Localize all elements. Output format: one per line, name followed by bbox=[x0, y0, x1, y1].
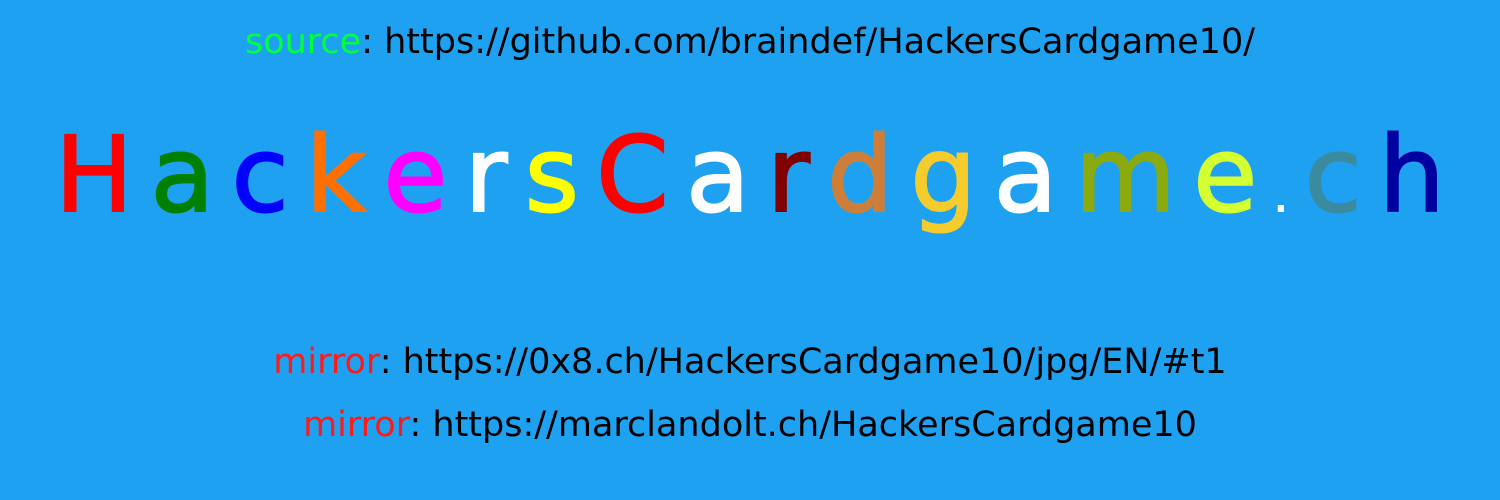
title-letter: k bbox=[305, 113, 367, 237]
title-letter: c bbox=[1303, 113, 1362, 237]
mirror-label: mirror bbox=[273, 342, 380, 382]
separator: : bbox=[361, 22, 385, 62]
title-letter: m bbox=[1074, 113, 1177, 237]
mirror-line-2: mirror: https://marclandolt.ch/HackersCa… bbox=[0, 405, 1500, 445]
title-letter: a bbox=[993, 113, 1059, 237]
title-letter: r bbox=[766, 113, 811, 237]
title-letter: a bbox=[685, 113, 751, 237]
mirror-line-1: mirror: https://0x8.ch/HackersCardgame10… bbox=[0, 342, 1500, 382]
title-letter: e bbox=[382, 113, 448, 237]
mirror-label: mirror bbox=[303, 405, 410, 445]
source-line: source: https://github.com/braindef/Hack… bbox=[0, 22, 1500, 62]
mirror-link-1[interactable]: https://0x8.ch/HackersCardgame10/jpg/EN/… bbox=[403, 342, 1227, 382]
title-letter: d bbox=[826, 113, 894, 237]
source-link[interactable]: https://github.com/braindef/HackersCardg… bbox=[384, 22, 1255, 62]
title-letter: s bbox=[524, 113, 580, 237]
separator: : bbox=[409, 405, 433, 445]
title-letter: . bbox=[1273, 175, 1288, 221]
title-letter: H bbox=[54, 113, 134, 237]
mirror-link-2[interactable]: https://marclandolt.ch/HackersCardgame10 bbox=[432, 405, 1197, 445]
source-label: source bbox=[244, 22, 362, 62]
separator: : bbox=[379, 342, 403, 382]
site-title-logo: HackersCardgame.ch bbox=[54, 110, 1446, 240]
title-letter: a bbox=[149, 113, 215, 237]
title-letter: c bbox=[230, 113, 289, 237]
title-letter: e bbox=[1192, 113, 1258, 237]
title-letter: r bbox=[464, 113, 509, 237]
title-letter: C bbox=[595, 113, 670, 237]
title-letter: g bbox=[909, 113, 977, 237]
title-letter: h bbox=[1378, 113, 1446, 237]
